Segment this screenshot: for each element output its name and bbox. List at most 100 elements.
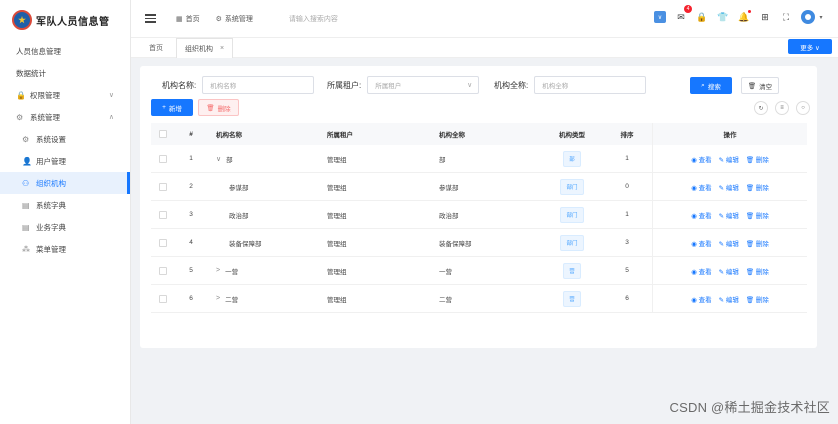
lock-icon[interactable]: 🔒 — [696, 11, 708, 23]
delete-row-button[interactable]: 🗑 删除 — [746, 294, 769, 304]
type-tag: 营 — [563, 262, 581, 279]
columns-icon[interactable]: ≡ — [775, 101, 789, 115]
search-input[interactable]: 请输入搜索内容 — [289, 14, 338, 24]
sidebar-item[interactable]: 人员信息管理 — [0, 40, 130, 62]
delete-label: 删除 — [755, 268, 769, 276]
delete-row-button[interactable]: 🗑 删除 — [746, 210, 769, 220]
delete-label: 删除 — [755, 212, 769, 220]
close-icon[interactable]: × — [220, 45, 224, 52]
tenant-label: 所属租户: — [327, 80, 362, 90]
sidebar-item[interactable]: ⁂ 菜单管理 — [0, 238, 130, 260]
row-checkbox[interactable] — [151, 145, 175, 172]
edit-button[interactable]: ✎ 编辑 — [719, 210, 739, 220]
sidebar-item[interactable]: ⚙ 系统设置 — [0, 128, 130, 150]
type-tag: 部门 — [560, 206, 584, 223]
col-index: # — [189, 130, 193, 138]
add-button[interactable]: + 新增 — [151, 99, 193, 116]
delete-button[interactable]: 🗑 删除 — [198, 99, 239, 116]
edit-button[interactable]: ✎ 编辑 — [719, 238, 739, 248]
col-sort: 排序 — [620, 132, 634, 139]
chevron-right-icon[interactable]: > — [216, 267, 220, 274]
select-all-checkbox[interactable] — [151, 123, 175, 145]
full-name-input[interactable]: 机构全称 — [534, 76, 647, 94]
row-checkbox[interactable] — [151, 229, 175, 256]
sidebar-item-label: 权限管理 — [30, 90, 60, 100]
row-checkbox[interactable] — [151, 257, 175, 284]
sidebar-item[interactable]: ⚙ 系统管理 ∧ — [0, 106, 130, 128]
dropdown-square-icon[interactable]: ∨ — [654, 11, 666, 23]
search-button[interactable]: ⌕ 搜索 — [690, 77, 732, 94]
avatar[interactable] — [801, 10, 815, 24]
full-name-cell: 一营 — [439, 268, 452, 276]
more-button[interactable]: 更多 ∨ — [788, 39, 832, 54]
fullscreen-icon[interactable]: ⛶ — [780, 11, 792, 23]
chevron-right-icon[interactable]: > — [216, 295, 220, 302]
view-button[interactable]: ◉ 查看 — [691, 238, 711, 248]
edit-button[interactable]: ✎ 编辑 — [719, 154, 739, 164]
emblem-icon — [12, 10, 32, 30]
edit-icon: ✎ — [718, 156, 726, 164]
message-icon[interactable]: ✉ 4 — [675, 5, 692, 23]
view-button[interactable]: ◉ 查看 — [691, 210, 711, 220]
delete-row-button[interactable]: 🗑 删除 — [746, 238, 769, 248]
view-button[interactable]: ◉ 查看 — [691, 154, 711, 164]
delete-row-button[interactable]: 🗑 删除 — [746, 266, 769, 276]
gear-icon: ⚙ — [16, 112, 24, 122]
gear-icon: ⚙ — [22, 134, 30, 144]
row-checkbox[interactable] — [151, 201, 175, 228]
sort-cell: 3 — [625, 239, 629, 246]
theme-icon[interactable]: 👕 — [717, 11, 729, 23]
edit-button[interactable]: ✎ 编辑 — [719, 294, 739, 304]
dict-icon: ▤ — [22, 222, 30, 232]
view-button[interactable]: ◉ 查看 — [691, 182, 711, 192]
chevron-down-icon: ∨ — [467, 82, 473, 89]
trash-icon: 🗑 — [745, 184, 756, 192]
trash-icon: 🗑 — [745, 268, 756, 276]
tab-home[interactable]: 首页 — [141, 38, 171, 58]
edit-button[interactable]: ✎ 编辑 — [719, 182, 739, 192]
view-button[interactable]: ◉ 查看 — [691, 294, 711, 304]
breadcrumb-home[interactable]: 首页 — [186, 14, 200, 24]
top-icons: ∨ ✉ 4 🔒 👕 🔔 ⊞ ⛶ ▾ — [645, 5, 824, 24]
refresh-icon[interactable]: ↻ — [754, 101, 768, 115]
sidebar-item[interactable]: 👤 用户管理 — [0, 150, 130, 172]
bell-icon[interactable]: 🔔 — [738, 10, 751, 23]
delete-row-button[interactable]: 🗑 删除 — [746, 182, 769, 192]
row-index: 2 — [189, 183, 193, 190]
sidebar-item-label: 数据统计 — [16, 68, 46, 78]
org-name-input[interactable]: 机构名称 — [202, 76, 315, 94]
org-name: 部 — [226, 156, 233, 164]
view-button[interactable]: ◉ 查看 — [691, 266, 711, 276]
chevron-down-icon[interactable]: ▾ — [818, 11, 824, 23]
edit-label: 编辑 — [725, 184, 739, 192]
translate-icon[interactable]: ⊞ — [759, 11, 771, 23]
sidebar-item-label: 系统管理 — [30, 112, 60, 122]
sidebar-item-label: 人员信息管理 — [16, 46, 61, 56]
sidebar-item[interactable]: ▤ 系统字典 — [0, 194, 130, 216]
sidebar-item[interactable]: ▤ 业务字典 — [0, 216, 130, 238]
sidebar-item-label: 菜单管理 — [36, 244, 66, 254]
sidebar-item[interactable]: 数据统计 — [0, 62, 130, 84]
row-checkbox[interactable] — [151, 173, 175, 200]
eye-icon: ◉ — [691, 296, 699, 304]
reset-button[interactable]: 🗑 清空 — [741, 77, 779, 94]
col-full-name: 机构全称 — [439, 132, 465, 139]
sidebar-item[interactable]: 🔒 权限管理 ∨ — [0, 84, 130, 106]
delete-row-button[interactable]: 🗑 删除 — [746, 154, 769, 164]
filter-full-name: 机构全称: 机构全称 — [494, 76, 647, 94]
org-name-label: 机构名称: — [162, 80, 197, 90]
tenant-select[interactable]: 所属租户 ∨ — [367, 76, 480, 94]
edit-button[interactable]: ✎ 编辑 — [719, 266, 739, 276]
row-checkbox[interactable] — [151, 285, 175, 312]
chevron-down-icon[interactable]: ∨ — [216, 155, 221, 163]
watermark: CSDN @稀土掘金技术社区 — [669, 400, 830, 415]
type-cell: 部 — [542, 145, 602, 172]
hamburger-icon[interactable] — [145, 12, 156, 25]
sidebar-item[interactable]: ⚇ 组织机构 — [0, 172, 130, 194]
app-title: 军队人员信息管 — [36, 16, 110, 28]
tab-org[interactable]: 组织机构 × — [176, 38, 234, 58]
search-icon[interactable]: ○ — [796, 101, 810, 115]
breadcrumb-system[interactable]: 系统管理 — [225, 14, 253, 24]
type-tag: 部 — [563, 150, 581, 167]
view-label: 查看 — [698, 268, 712, 276]
